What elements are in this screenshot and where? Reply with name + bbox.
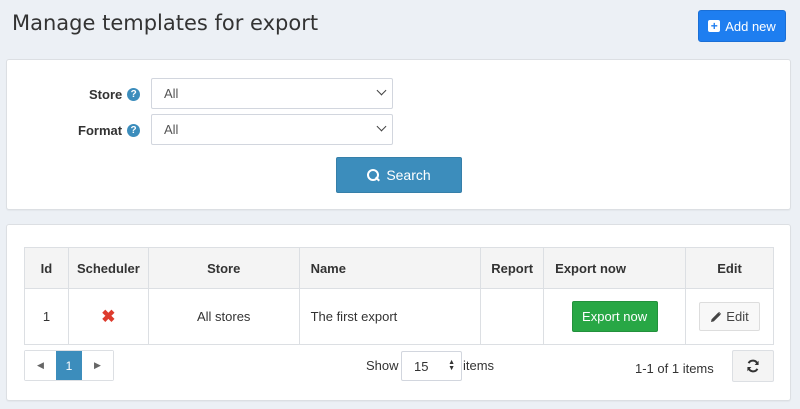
cell-scheduler: ✖ (67, 288, 149, 345)
prev-page-button[interactable]: ◀ (25, 351, 56, 380)
cell-edit: Edit (685, 288, 774, 345)
chevron-down-icon (376, 121, 387, 132)
format-field-label: Format ? (78, 123, 141, 138)
pencil-icon (711, 311, 722, 322)
store-label: Store (89, 87, 123, 102)
page-1-button[interactable]: 1 (56, 351, 82, 380)
store-select-value: All (164, 86, 179, 101)
chevron-down-icon (376, 85, 387, 96)
search-button[interactable]: Search (336, 157, 462, 193)
column-header-store[interactable]: Store (147, 247, 300, 289)
column-header-report[interactable]: Report (480, 247, 545, 289)
page-title: Manage templates for export (12, 11, 319, 35)
search-button-label: Search (386, 167, 431, 183)
cell-report (480, 288, 545, 345)
format-select-value: All (164, 122, 179, 137)
pagination: ◀ 1 ▶ (24, 350, 114, 381)
pagination-range: 1-1 of 1 items (635, 361, 714, 376)
table-row: 1 ✖ All stores The first export Export n… (24, 288, 774, 345)
refresh-button[interactable] (732, 350, 774, 382)
export-templates-panel: Id Scheduler Store Name Report Export no… (6, 224, 791, 401)
search-panel: Store ? All Format ? All Search (6, 59, 791, 210)
cell-store: All stores (147, 288, 300, 345)
store-select[interactable]: All (151, 78, 393, 109)
cell-id: 1 (24, 288, 69, 345)
up-down-arrows-icon: ▲ ▼ (448, 359, 455, 372)
export-templates-table: Id Scheduler Store Name Report Export no… (24, 247, 774, 345)
add-new-label: Add new (725, 18, 776, 34)
page-size-select[interactable]: 15 ▲ ▼ (401, 351, 462, 381)
edit-button-label: Edit (726, 309, 749, 324)
cell-export-now: Export now (543, 288, 687, 345)
help-icon[interactable]: ? (127, 88, 141, 101)
edit-button[interactable]: Edit (699, 302, 760, 331)
x-mark-icon: ✖ (101, 306, 116, 326)
table-header-row: Id Scheduler Store Name Report Export no… (24, 247, 774, 289)
next-page-button[interactable]: ▶ (82, 351, 113, 380)
cell-name: The first export (298, 288, 482, 345)
store-field-label: Store ? (89, 87, 141, 102)
column-header-export-now[interactable]: Export now (543, 247, 687, 289)
help-icon[interactable]: ? (127, 124, 141, 137)
column-header-id[interactable]: Id (24, 247, 69, 289)
refresh-icon (747, 359, 759, 373)
column-header-scheduler[interactable]: Scheduler (67, 247, 149, 289)
export-now-button[interactable]: Export now (571, 301, 658, 332)
format-label: Format (78, 123, 123, 138)
page-size-value: 15 (414, 358, 429, 374)
add-new-button[interactable]: + Add new (698, 10, 786, 42)
column-header-name[interactable]: Name (298, 247, 482, 289)
plus-square-icon: + (708, 20, 721, 32)
format-select[interactable]: All (151, 114, 393, 145)
show-label: Show (366, 358, 399, 373)
items-label: items (463, 358, 495, 373)
column-header-edit[interactable]: Edit (685, 247, 774, 289)
search-icon (367, 169, 380, 181)
